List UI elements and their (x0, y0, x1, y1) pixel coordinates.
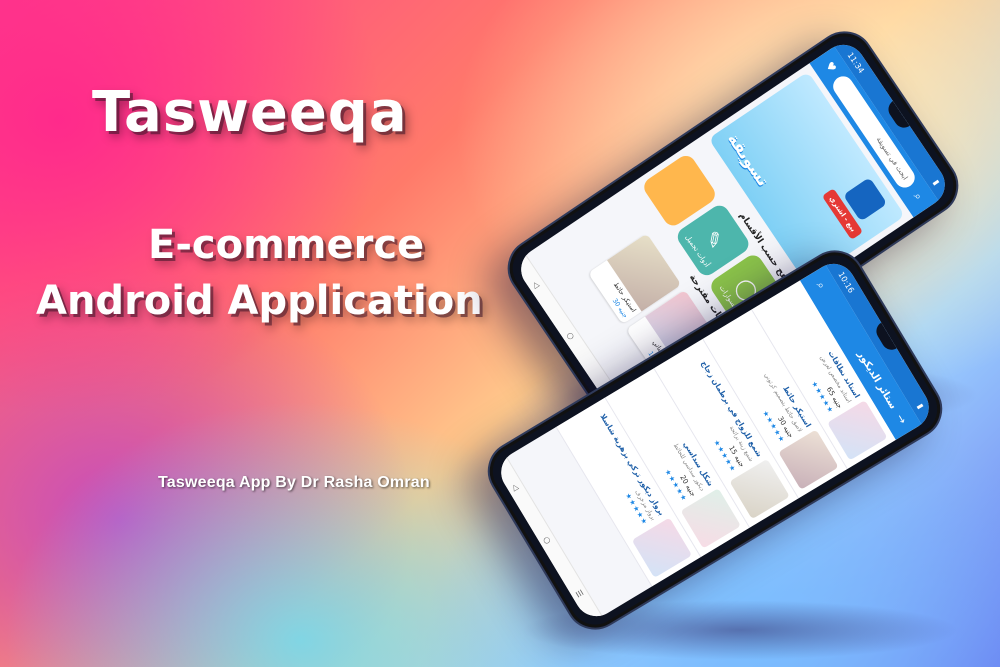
battery-icon: ▮ (915, 401, 926, 411)
recents-icon[interactable]: ☰ (574, 588, 585, 599)
search-icon[interactable]: ⌕ (908, 187, 927, 206)
search-icon[interactable]: ⌕ (811, 276, 830, 295)
author-credit: Tasweeqa App By Dr Rasha Omran (158, 474, 430, 491)
subtitle-line-2: Android Application (36, 278, 483, 324)
back-arrow-icon[interactable]: → (891, 410, 910, 429)
banner-brand-logo: تسويقة (723, 129, 773, 190)
back-icon[interactable]: ◁ (510, 482, 521, 492)
back-icon[interactable]: ◁ (531, 280, 542, 290)
app-title: Tasweeqa (92, 80, 408, 145)
battery-icon: ▮ (931, 177, 942, 187)
subtitle-line-1: E-commerce (148, 222, 425, 268)
system-nav-bar: ◁ ○ ☰ (493, 456, 603, 625)
makeup-icon: ✎ (699, 226, 729, 254)
home-icon[interactable]: ○ (565, 330, 576, 341)
favorite-icon[interactable]: ♥ (821, 58, 840, 77)
home-icon[interactable]: ○ (541, 535, 552, 546)
